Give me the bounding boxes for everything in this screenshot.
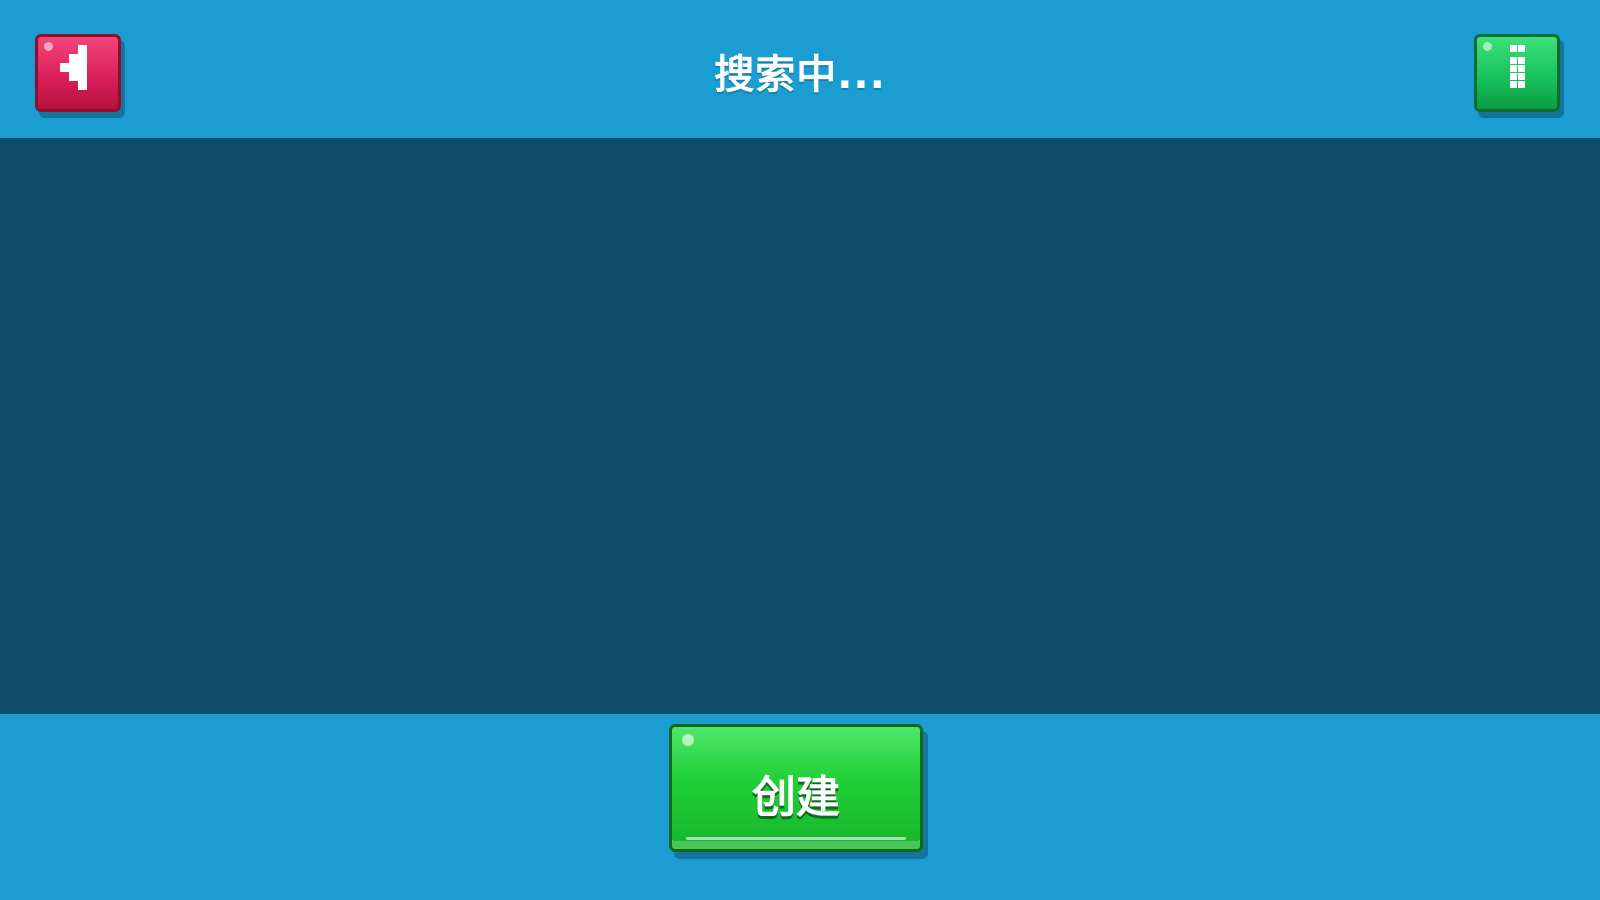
page-title: 搜索中... [714, 52, 886, 98]
info-icon [1510, 45, 1525, 88]
room-search-screen: 搜索中... 创建 [0, 0, 1600, 900]
top-bar: 搜索中... [0, 0, 1600, 138]
button-gloss [686, 837, 906, 840]
create-button-label: 创建 [752, 772, 840, 823]
room-list-area[interactable] [0, 138, 1600, 714]
button-shine [682, 734, 694, 746]
info-button[interactable] [1474, 34, 1560, 112]
create-button[interactable]: 创建 [669, 724, 923, 852]
